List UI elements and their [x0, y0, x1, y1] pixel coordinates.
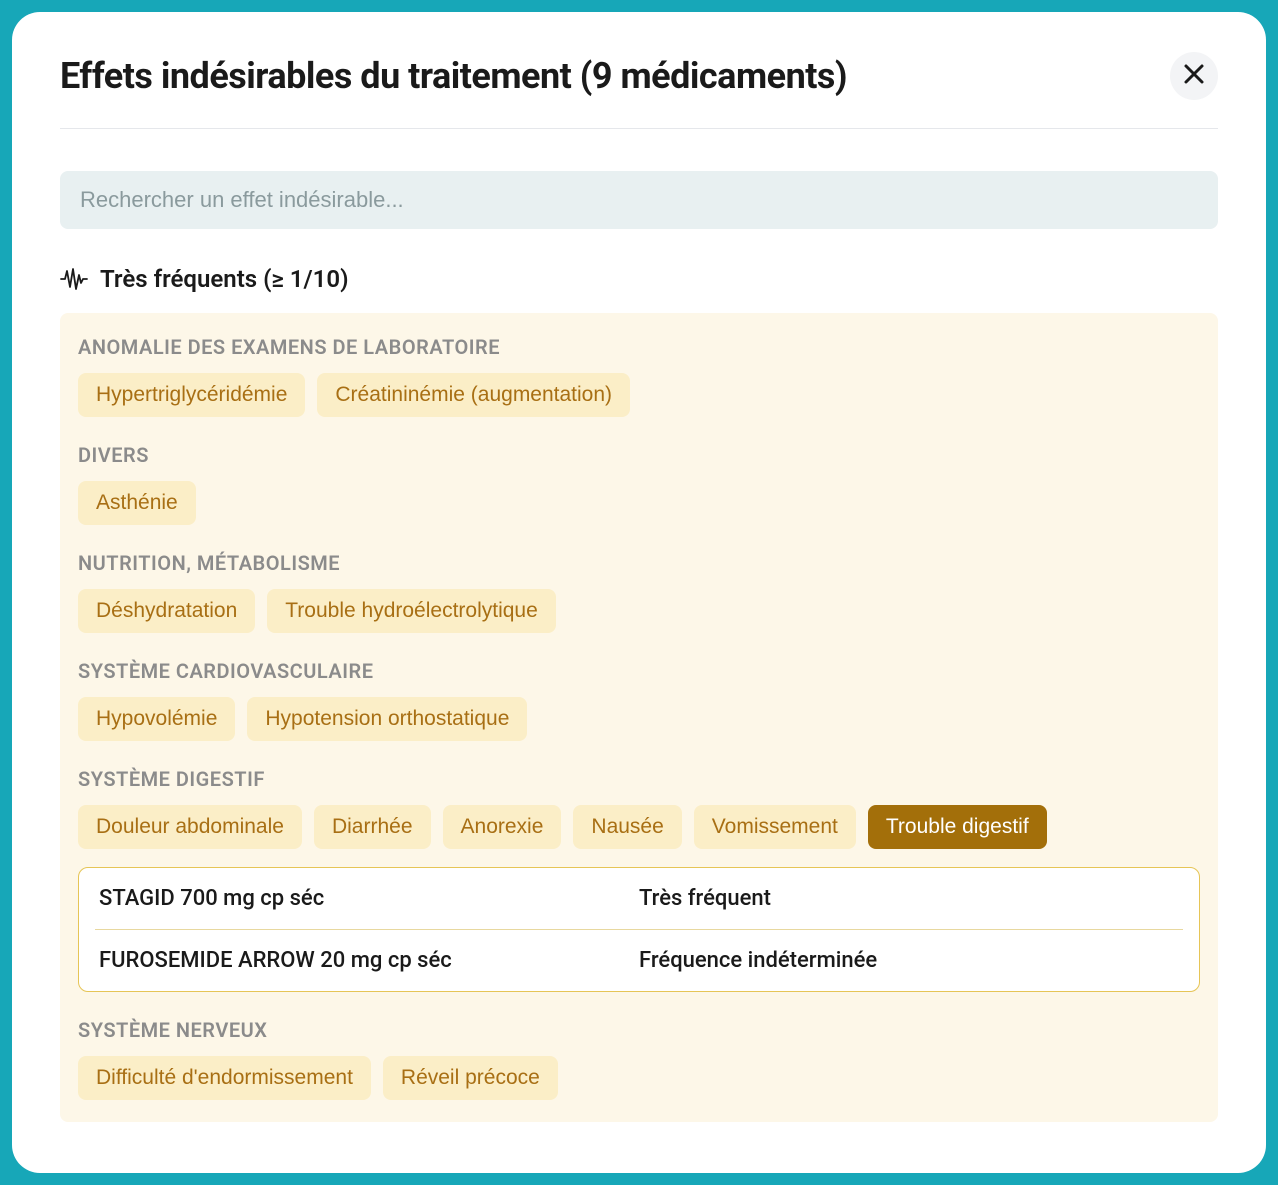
search-input[interactable]	[60, 171, 1218, 229]
detail-frequency: Fréquence indéterminée	[639, 948, 1179, 973]
effect-tag[interactable]: Déshydratation	[78, 589, 255, 633]
detail-drug-name: FUROSEMIDE ARROW 20 mg cp séc	[99, 948, 639, 973]
effect-tag[interactable]: Trouble hydroélectrolytique	[267, 589, 556, 633]
effect-tag[interactable]: Vomissement	[694, 805, 856, 849]
close-icon	[1183, 60, 1205, 92]
tag-list: Difficulté d'endormissement Réveil préco…	[78, 1056, 1200, 1100]
effect-tag[interactable]: Hypotension orthostatique	[247, 697, 527, 741]
detail-row: FUROSEMIDE ARROW 20 mg cp séc Fréquence …	[95, 929, 1183, 991]
pulse-icon	[60, 267, 88, 291]
effect-tag[interactable]: Difficulté d'endormissement	[78, 1056, 371, 1100]
modal-content: Très fréquents (≥ 1/10) ANOMALIE DES EXA…	[60, 129, 1218, 1122]
effect-tag[interactable]: Hypovolémie	[78, 697, 235, 741]
category-lab: ANOMALIE DES EXAMENS DE LABORATOIRE Hype…	[78, 335, 1200, 417]
effect-tag[interactable]: Douleur abdominale	[78, 805, 302, 849]
tag-list: Asthénie	[78, 481, 1200, 525]
effect-tag[interactable]: Créatininémie (augmentation)	[317, 373, 630, 417]
effect-tag[interactable]: Asthénie	[78, 481, 196, 525]
effect-tag[interactable]: Diarrhée	[314, 805, 431, 849]
frequency-label: Très fréquents (≥ 1/10)	[100, 265, 349, 293]
effect-tag[interactable]: Hypertriglycéridémie	[78, 373, 305, 417]
detail-row: STAGID 700 mg cp séc Très fréquent	[95, 868, 1183, 929]
effect-tag[interactable]: Réveil précoce	[383, 1056, 558, 1100]
category-nutrition: NUTRITION, MÉTABOLISME Déshydratation Tr…	[78, 551, 1200, 633]
tag-list: Déshydratation Trouble hydroélectrolytiq…	[78, 589, 1200, 633]
category-title: DIVERS	[78, 443, 1200, 467]
category-cardio: SYSTÈME CARDIOVASCULAIRE Hypovolémie Hyp…	[78, 659, 1200, 741]
detail-drug-name: STAGID 700 mg cp séc	[99, 886, 639, 911]
tag-list: Douleur abdominale Diarrhée Anorexie Nau…	[78, 805, 1200, 849]
modal-header: Effets indésirables du traitement (9 méd…	[60, 52, 1218, 129]
frequency-header: Très fréquents (≥ 1/10)	[60, 265, 1218, 293]
effect-tag-selected[interactable]: Trouble digestif	[868, 805, 1047, 849]
category-nervous: SYSTÈME NERVEUX Difficulté d'endormissem…	[78, 1018, 1200, 1100]
category-title: SYSTÈME CARDIOVASCULAIRE	[78, 659, 1200, 683]
category-title: SYSTÈME DIGESTIF	[78, 767, 1200, 791]
category-title: NUTRITION, MÉTABOLISME	[78, 551, 1200, 575]
effect-details: STAGID 700 mg cp séc Très fréquent FUROS…	[78, 867, 1200, 992]
category-misc: DIVERS Asthénie	[78, 443, 1200, 525]
effect-tag[interactable]: Nausée	[573, 805, 681, 849]
effects-panel: ANOMALIE DES EXAMENS DE LABORATOIRE Hype…	[60, 313, 1218, 1122]
close-button[interactable]	[1170, 52, 1218, 100]
category-title: SYSTÈME NERVEUX	[78, 1018, 1200, 1042]
category-digestive: SYSTÈME DIGESTIF Douleur abdominale Diar…	[78, 767, 1200, 992]
detail-frequency: Très fréquent	[639, 886, 1179, 911]
effect-tag[interactable]: Anorexie	[443, 805, 562, 849]
tag-list: Hypovolémie Hypotension orthostatique	[78, 697, 1200, 741]
tag-list: Hypertriglycéridémie Créatininémie (augm…	[78, 373, 1200, 417]
modal-title: Effets indésirables du traitement (9 méd…	[60, 55, 847, 97]
category-title: ANOMALIE DES EXAMENS DE LABORATOIRE	[78, 335, 1200, 359]
side-effects-modal: Effets indésirables du traitement (9 méd…	[12, 12, 1266, 1173]
